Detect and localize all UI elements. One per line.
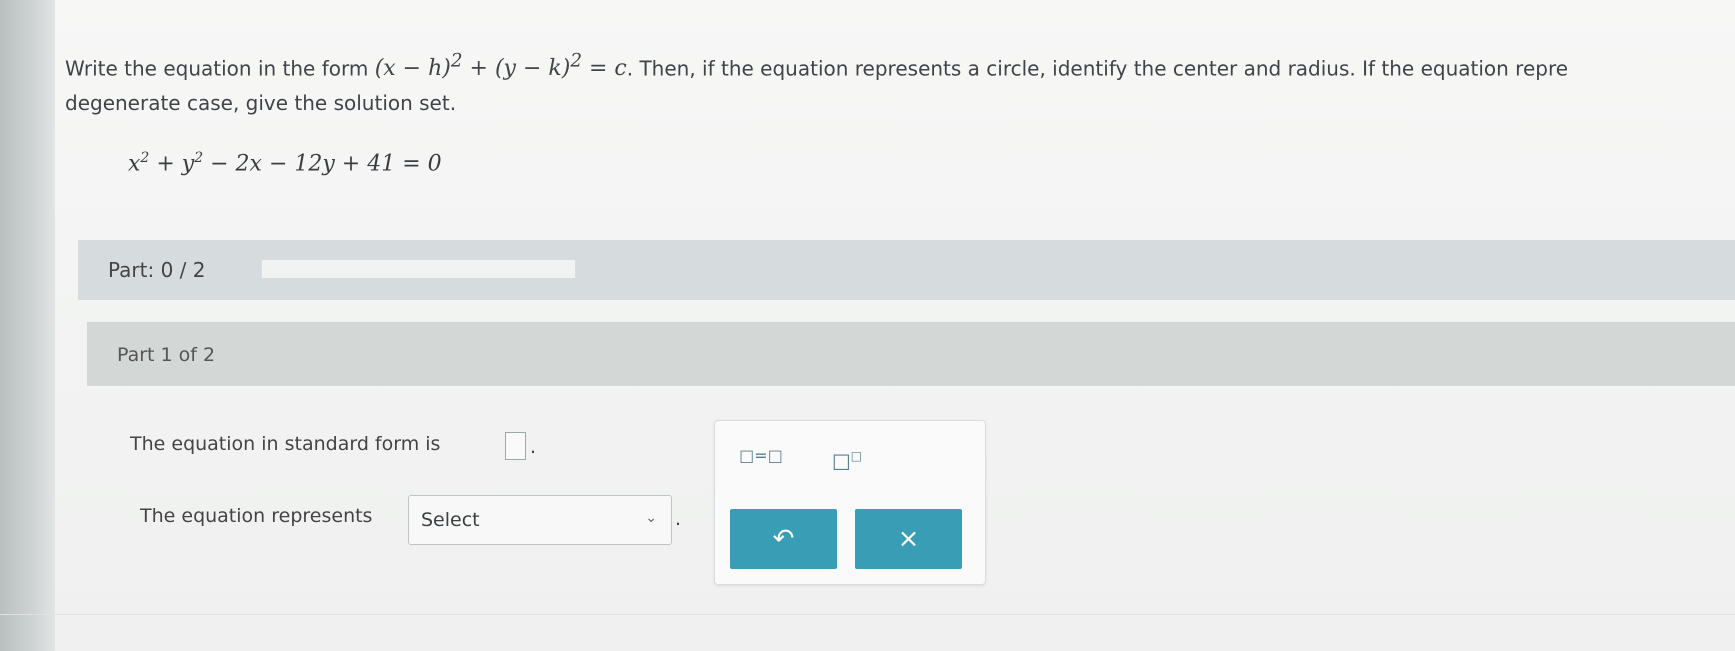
progress-track — [261, 259, 576, 279]
standard-form-answer-box[interactable] — [505, 432, 526, 460]
question-2-text: The equation represents — [140, 505, 373, 527]
divider — [0, 614, 1735, 615]
prompt-text-start: Write the equation in the form — [65, 56, 375, 81]
problem-prompt: Write the equation in the form (x − h)2 … — [65, 45, 1735, 120]
part-header: Part 1 of 2 — [87, 322, 1735, 386]
question-2-period: . — [675, 508, 682, 530]
equation-template-button[interactable]: □=□ — [729, 439, 793, 473]
form-expression: (x − h)2 + (y − k)2 = c — [374, 51, 627, 82]
given-equation: x2 + y2 − 2x − 12y + 41 = 0 — [128, 150, 442, 177]
undo-button[interactable]: ↶ — [730, 509, 837, 569]
undo-icon: ↶ — [772, 524, 795, 554]
prompt-line-2: degenerate case, give the solution set. — [65, 91, 457, 116]
represents-select[interactable]: Select ⌄ — [408, 495, 672, 545]
select-value: Select — [421, 509, 480, 531]
left-edge — [0, 0, 55, 651]
prompt-text-rest: . Then, if the equation represents a cir… — [626, 56, 1569, 81]
clear-button[interactable]: × — [855, 509, 962, 569]
superscript-template-button[interactable]: □□ — [815, 439, 879, 473]
question-1-period: . — [530, 436, 537, 458]
question-1-text: The equation in standard form is — [130, 433, 441, 455]
close-icon: × — [897, 524, 920, 554]
chevron-down-icon: ⌄ — [645, 510, 657, 526]
progress-label: Part: 0 / 2 — [108, 258, 206, 282]
progress-bar: Part: 0 / 2 — [78, 240, 1735, 300]
part-title: Part 1 of 2 — [117, 344, 216, 366]
math-tool-panel: □=□ □□ ↶ × — [714, 420, 986, 585]
